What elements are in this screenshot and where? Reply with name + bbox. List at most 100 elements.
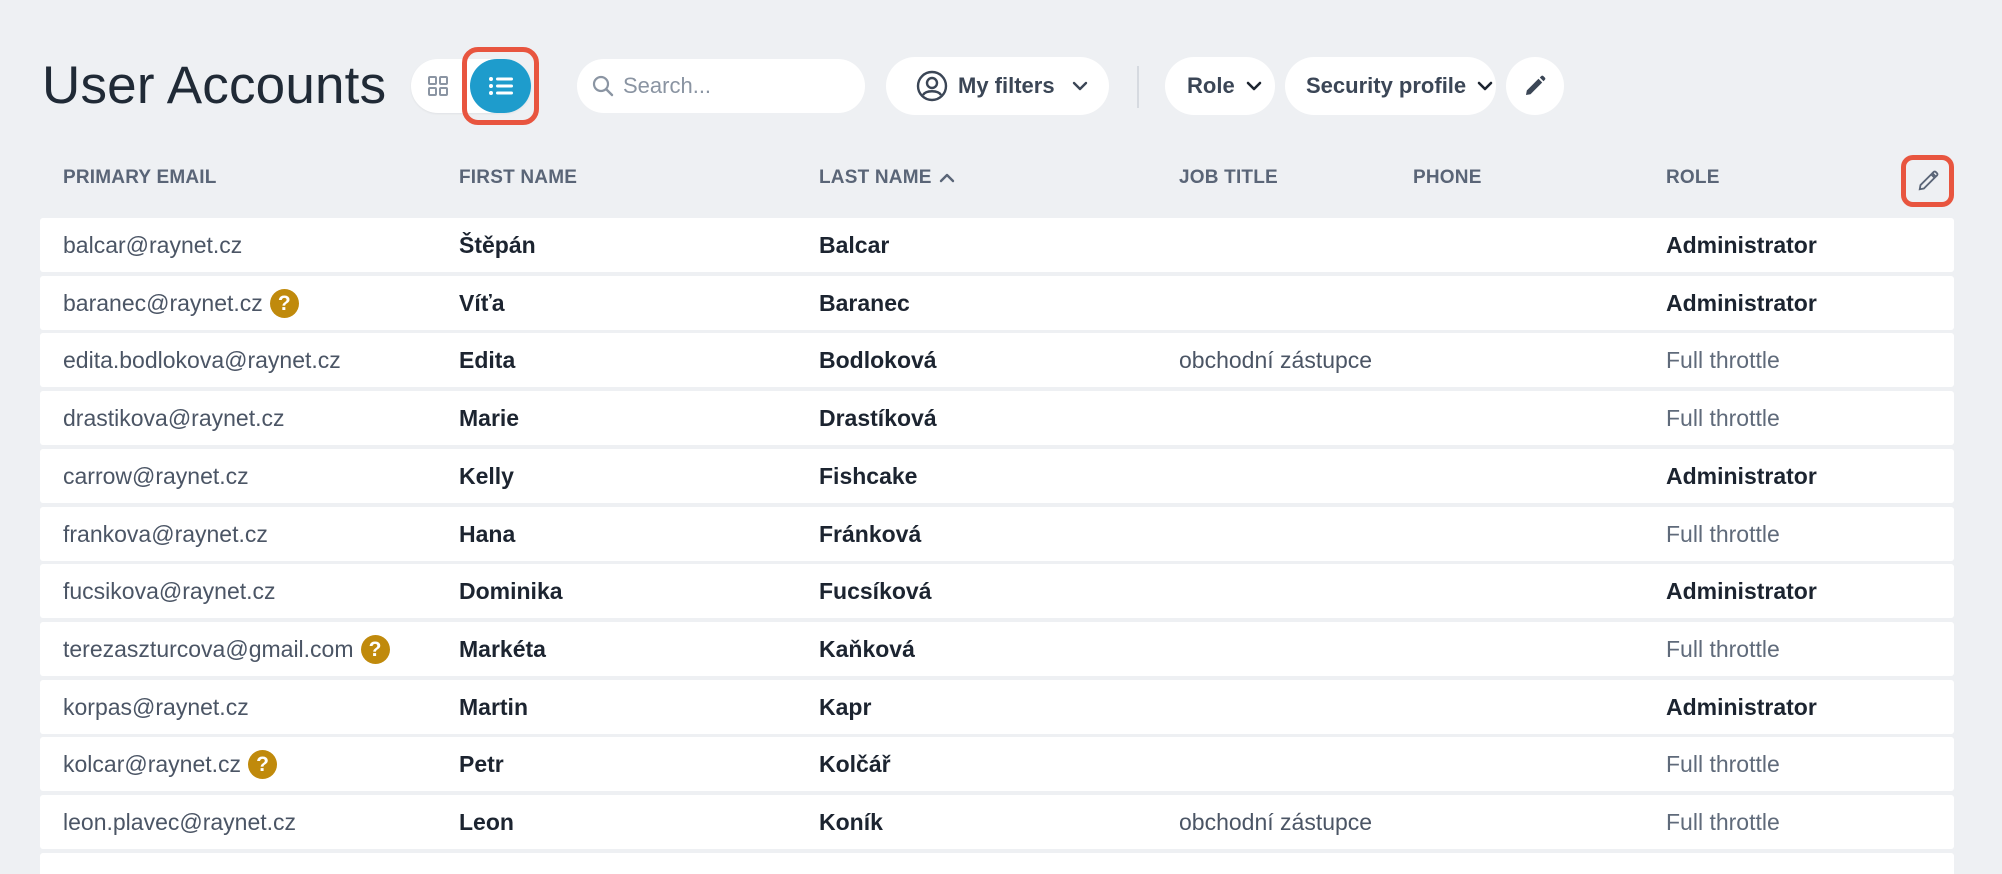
column-header-job-title[interactable]: JOB TITLE <box>1179 167 1278 189</box>
cell-first-name: Petr <box>459 751 504 777</box>
table-row[interactable]: edita.bodlokova@raynet.cz Edita Bodloková o… <box>40 333 1954 387</box>
column-header-role[interactable]: ROLE <box>1666 167 1720 189</box>
cell-last-name: Koník <box>819 809 883 835</box>
cell-role: Administrator <box>1666 232 1817 258</box>
cell-primary-email: carrow@raynet.cz <box>63 449 249 503</box>
role-filter-label: Role <box>1187 73 1235 98</box>
table-row[interactable]: drastikova@raynet.cz Marie Drastíková Full … <box>40 391 1954 445</box>
cell-primary-email: balcar@raynet.cz <box>63 218 242 272</box>
table-row[interactable]: leon.plavec@raynet.cz Leon Koník obchodní z… <box>40 795 1954 849</box>
email-text: korpas@raynet.cz <box>63 694 249 720</box>
table-row[interactable]: kolcar@raynet.cz? Petr Kolčář Full throttle <box>40 737 1954 791</box>
cell-primary-email: fucsikova@raynet.cz <box>63 564 276 618</box>
cell-primary-email: edita.bodlokova@raynet.cz <box>63 333 341 387</box>
toolbar-divider <box>1137 66 1139 108</box>
email-text: frankova@raynet.cz <box>63 521 268 547</box>
search-input[interactable] <box>623 73 843 99</box>
help-badge-icon[interactable]: ? <box>248 749 278 779</box>
cell-first-name: Martin <box>459 694 528 720</box>
cell-role: Full throttle <box>1666 751 1780 777</box>
column-header-last-name[interactable]: LAST NAME <box>819 167 955 189</box>
cell-last-name: Baranec <box>819 290 910 316</box>
cell-last-name: Fránková <box>819 521 922 547</box>
cell-first-name: Kelly <box>459 463 514 489</box>
cell-last-name: Kolčář <box>819 751 891 777</box>
cell-last-name: Kaňková <box>819 636 915 662</box>
email-text: carrow@raynet.cz <box>63 463 249 489</box>
grid-view-button[interactable] <box>425 73 451 99</box>
page-title: User Accounts <box>42 56 387 115</box>
user-circle-icon <box>916 70 948 102</box>
table-row[interactable]: terezaszturcova@gmail.com? Markéta Kaňková… <box>40 622 1954 676</box>
list-view-icon <box>488 77 513 95</box>
email-text: drastikova@raynet.cz <box>63 405 285 431</box>
my-filters-button[interactable]: My filters <box>886 57 1109 115</box>
role-filter-button[interactable]: Role <box>1165 57 1275 115</box>
cell-first-name: Víťa <box>459 290 505 316</box>
table-row[interactable]: baranec@raynet.cz? Víťa Baranec Administrat… <box>40 276 1954 330</box>
column-header-phone[interactable]: PHONE <box>1413 167 1482 189</box>
email-text: kolcar@raynet.cz <box>63 751 242 777</box>
table-row[interactable]: korpas@raynet.cz Martin Kapr Administrator <box>40 680 1954 734</box>
cell-last-name: Kapr <box>819 694 872 720</box>
help-badge-icon[interactable]: ? <box>360 634 390 664</box>
table-row[interactable]: balcar@raynet.cz Štěpán Balcar Administrato… <box>40 218 1954 272</box>
list-view-button[interactable] <box>470 59 531 113</box>
column-header-first-name[interactable]: FIRST NAME <box>459 167 577 189</box>
cell-first-name: Leon <box>459 809 514 835</box>
cell-last-name: Drastíková <box>819 405 937 431</box>
email-text: edita.bodlokova@raynet.cz <box>63 347 341 373</box>
column-header-last-name-label: LAST NAME <box>819 167 932 188</box>
my-filters-label: My filters <box>958 73 1055 98</box>
cell-primary-email: terezaszturcova@gmail.com? <box>63 622 390 676</box>
edit-columns-button[interactable] <box>1901 155 1954 207</box>
chevron-down-icon <box>1246 81 1261 91</box>
security-profile-filter-button[interactable]: Security profile <box>1285 57 1496 115</box>
cell-primary-email: leon.plavec@raynet.cz <box>63 795 296 849</box>
pencil-icon <box>1526 75 1546 95</box>
email-text: leon.plavec@raynet.cz <box>63 809 297 835</box>
search-box <box>577 59 865 113</box>
cell-role: Full throttle <box>1666 521 1780 547</box>
cell-primary-email: drastikova@raynet.cz <box>63 391 285 445</box>
cell-first-name: Marie <box>459 405 520 431</box>
cell-last-name: Fucsíková <box>819 578 932 604</box>
email-text: terezaszturcova@gmail.com <box>63 636 354 662</box>
security-profile-filter-label: Security profile <box>1306 73 1467 98</box>
edit-filters-button[interactable] <box>1506 57 1564 115</box>
column-header-primary-email[interactable]: PRIMARY EMAIL <box>63 167 217 189</box>
cell-first-name: Štěpán <box>459 232 536 258</box>
cell-first-name: Hana <box>459 521 516 547</box>
cell-primary-email: frankova@raynet.cz <box>63 507 268 561</box>
cell-first-name: Dominika <box>459 578 563 604</box>
email-text: fucsikova@raynet.cz <box>63 578 276 604</box>
help-badge-icon[interactable]: ? <box>269 288 299 318</box>
chevron-down-icon <box>1477 81 1493 91</box>
chevron-down-icon <box>1072 81 1087 91</box>
email-text: balcar@raynet.cz <box>63 232 243 258</box>
search-icon <box>592 75 614 97</box>
cell-role: Administrator <box>1666 694 1817 720</box>
cell-role: Full throttle <box>1666 347 1780 373</box>
pencil-icon <box>1918 170 1938 191</box>
cell-role: Administrator <box>1666 578 1817 604</box>
cell-role: Administrator <box>1666 463 1817 489</box>
list-view-highlight <box>462 47 539 125</box>
cell-first-name: Markéta <box>459 636 546 662</box>
cell-last-name: Balcar <box>819 232 890 258</box>
table-row[interactable]: carrow@raynet.cz Kelly Fishcake Administrat… <box>40 449 1954 503</box>
sort-ascending-icon <box>939 173 954 183</box>
table-row[interactable]: frankova@raynet.cz Hana Fránková Full throt… <box>40 507 1954 561</box>
cell-first-name: Edita <box>459 347 516 373</box>
cell-last-name: Bodloková <box>819 347 937 373</box>
cell-primary-email: korpas@raynet.cz <box>63 680 249 734</box>
email-text: baranec@raynet.cz <box>63 290 263 316</box>
cell-last-name: Fishcake <box>819 463 918 489</box>
grid-view-icon <box>428 76 448 96</box>
cell-role: Full throttle <box>1666 636 1780 662</box>
cell-job-title: obchodní zástupce <box>1179 347 1373 373</box>
table-row[interactable]: fucsikova@raynet.cz Dominika Fucsíková Admi… <box>40 564 1954 618</box>
cell-role: Full throttle <box>1666 405 1780 431</box>
table-row[interactable] <box>40 853 1954 874</box>
cell-primary-email: kolcar@raynet.cz? <box>63 737 278 791</box>
